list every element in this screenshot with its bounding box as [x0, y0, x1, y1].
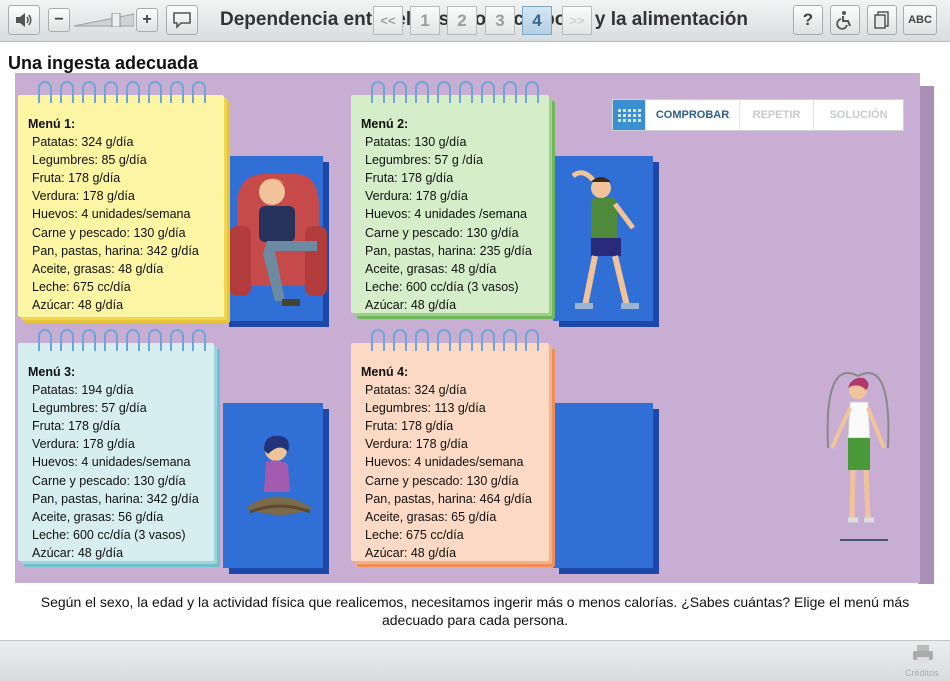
menu-title: Menú 4:	[361, 365, 409, 379]
menu-item: Legumbres: 57 g /día	[365, 153, 484, 168]
menu-item: Carne y pescado: 130 g/día	[365, 225, 519, 240]
section-title: Una ingesta adecuada	[8, 53, 199, 73]
stretching-man	[571, 170, 639, 309]
menu-item: Pan, pastas, harina: 235 g/día	[365, 243, 532, 258]
menu-item: Azúcar: 48 g/día	[365, 297, 457, 312]
sitting-girl	[246, 435, 312, 515]
menu-item: Leche: 675 cc/día	[32, 279, 131, 294]
menu-item: Patatas: 324 g/día	[32, 135, 134, 150]
menu-item: Azúcar: 48 g/día	[365, 545, 457, 560]
menu-item: Carne y pescado: 130 g/día	[365, 473, 519, 488]
menu-item: Huevos: 4 unidades /semana	[365, 207, 527, 222]
accessibility-button[interactable]	[830, 5, 860, 35]
speaker-icon	[16, 13, 32, 27]
help-button[interactable]: ?	[793, 5, 823, 35]
menu-item: Fruta: 178 g/día	[365, 419, 454, 434]
speech-bubble-icon	[173, 12, 191, 29]
menu-item: Patatas: 194 g/día	[32, 383, 134, 398]
menu-card-2[interactable]: Menú 2: Patatas: 130 g/día Legumbres: 57…	[351, 81, 549, 313]
menu-item: Huevos: 4 unidades/semana	[365, 455, 524, 470]
menu-item: Pan, pastas, harina: 342 g/día	[32, 243, 199, 258]
volume-up-button[interactable]: +	[136, 8, 158, 32]
check-bar: COMPROBAR REPETIR SOLUCIÓN	[612, 99, 904, 131]
menu-item: Aceite, grasas: 56 g/día	[32, 509, 164, 524]
page-4-button[interactable]: 4	[522, 6, 552, 35]
menu-item: Fruta: 178 g/día	[32, 171, 121, 186]
menu-item: Huevos: 4 unidades/semana	[32, 455, 191, 470]
jump-rope-girl	[826, 372, 890, 541]
menu-card-1[interactable]: Menú 1: Patatas: 324 g/día Legumbres: 85…	[18, 81, 224, 317]
credits-link[interactable]: Créditos	[905, 668, 939, 678]
menu-item: Fruta: 178 g/día	[365, 171, 454, 186]
volume-slider[interactable]	[73, 12, 135, 28]
document-icon	[874, 11, 889, 29]
pagination-bar	[0, 640, 950, 681]
menu-item: Fruta: 178 g/día	[32, 419, 121, 434]
menu-item: Aceite, grasas: 65 g/día	[365, 509, 497, 524]
menu-item: Leche: 600 cc/día (3 vasos)	[32, 527, 186, 542]
volume-down-button[interactable]: −	[48, 8, 70, 32]
menu-card-4[interactable]: Menú 4: Patatas: 324 g/día Legumbres: 11…	[351, 329, 549, 561]
seated-man-armchair	[229, 174, 327, 306]
menu-item: Verdura: 178 g/día	[365, 189, 468, 204]
grid-icon	[613, 100, 645, 130]
menu-item: Pan, pastas, harina: 342 g/día	[32, 491, 199, 506]
menu-item: Legumbres: 85 g/día	[32, 153, 147, 168]
menu-item: Carne y pescado: 130 g/día	[32, 225, 186, 240]
menu-item: Pan, pastas, harina: 464 g/día	[365, 491, 532, 506]
page-2-button[interactable]: 2	[447, 6, 477, 35]
subtitles-button[interactable]	[166, 5, 198, 35]
menu-item: Aceite, grasas: 48 g/día	[32, 261, 164, 276]
menu-item: Verdura: 178 g/día	[365, 437, 468, 452]
print-icon[interactable]	[912, 644, 934, 664]
next-page-button[interactable]: >>	[562, 6, 592, 35]
wheelchair-icon	[836, 11, 851, 30]
menu-title: Menú 3:	[28, 365, 76, 379]
menu-item: Azúcar: 48 g/día	[32, 545, 124, 560]
menu-card-3[interactable]: Menú 3: Patatas: 194 g/día Legumbres: 57…	[18, 329, 214, 561]
menu-item: Carne y pescado: 130 g/día	[32, 473, 186, 488]
menu-item: Legumbres: 57 g/día	[32, 401, 147, 416]
volume-slider-handle	[111, 12, 121, 28]
menu-title: Menú 1:	[28, 117, 76, 131]
menu-item: Patatas: 324 g/día	[365, 383, 467, 398]
prev-page-button[interactable]: <<	[373, 6, 403, 35]
menu-item: Legumbres: 113 g/día	[365, 401, 486, 416]
app-title: Dependencia entre el desarrollo corporal…	[220, 9, 748, 30]
menu-item: Azúcar: 48 g/día	[32, 297, 124, 312]
glossary-button[interactable]: ABC	[903, 5, 937, 35]
document-button[interactable]	[867, 5, 897, 35]
menu-item: Verdura: 178 g/día	[32, 437, 135, 452]
page-3-button[interactable]: 3	[485, 6, 515, 35]
menu-item: Patatas: 130 g/día	[365, 135, 467, 150]
menu-title: Menú 2:	[361, 117, 409, 131]
menu-item: Leche: 675 cc/día	[365, 527, 464, 542]
menu-item: Verdura: 178 g/día	[32, 189, 135, 204]
menu-item: Leche: 600 cc/día (3 vasos)	[365, 279, 519, 294]
drop-zone-4[interactable]	[553, 403, 653, 568]
instructions-text: Según el sexo, la edad y la actividad fí…	[40, 594, 910, 628]
audio-button[interactable]	[8, 5, 40, 35]
check-button[interactable]: COMPROBAR	[645, 100, 739, 130]
solution-button[interactable]: SOLUCIÓN	[813, 100, 903, 130]
board-shadow	[918, 86, 934, 584]
menu-item: Huevos: 4 unidades/semana	[32, 207, 191, 222]
menu-item: Aceite, grasas: 48 g/día	[365, 261, 497, 276]
repeat-button[interactable]: REPETIR	[739, 100, 813, 130]
page-1-button[interactable]: 1	[410, 6, 440, 35]
